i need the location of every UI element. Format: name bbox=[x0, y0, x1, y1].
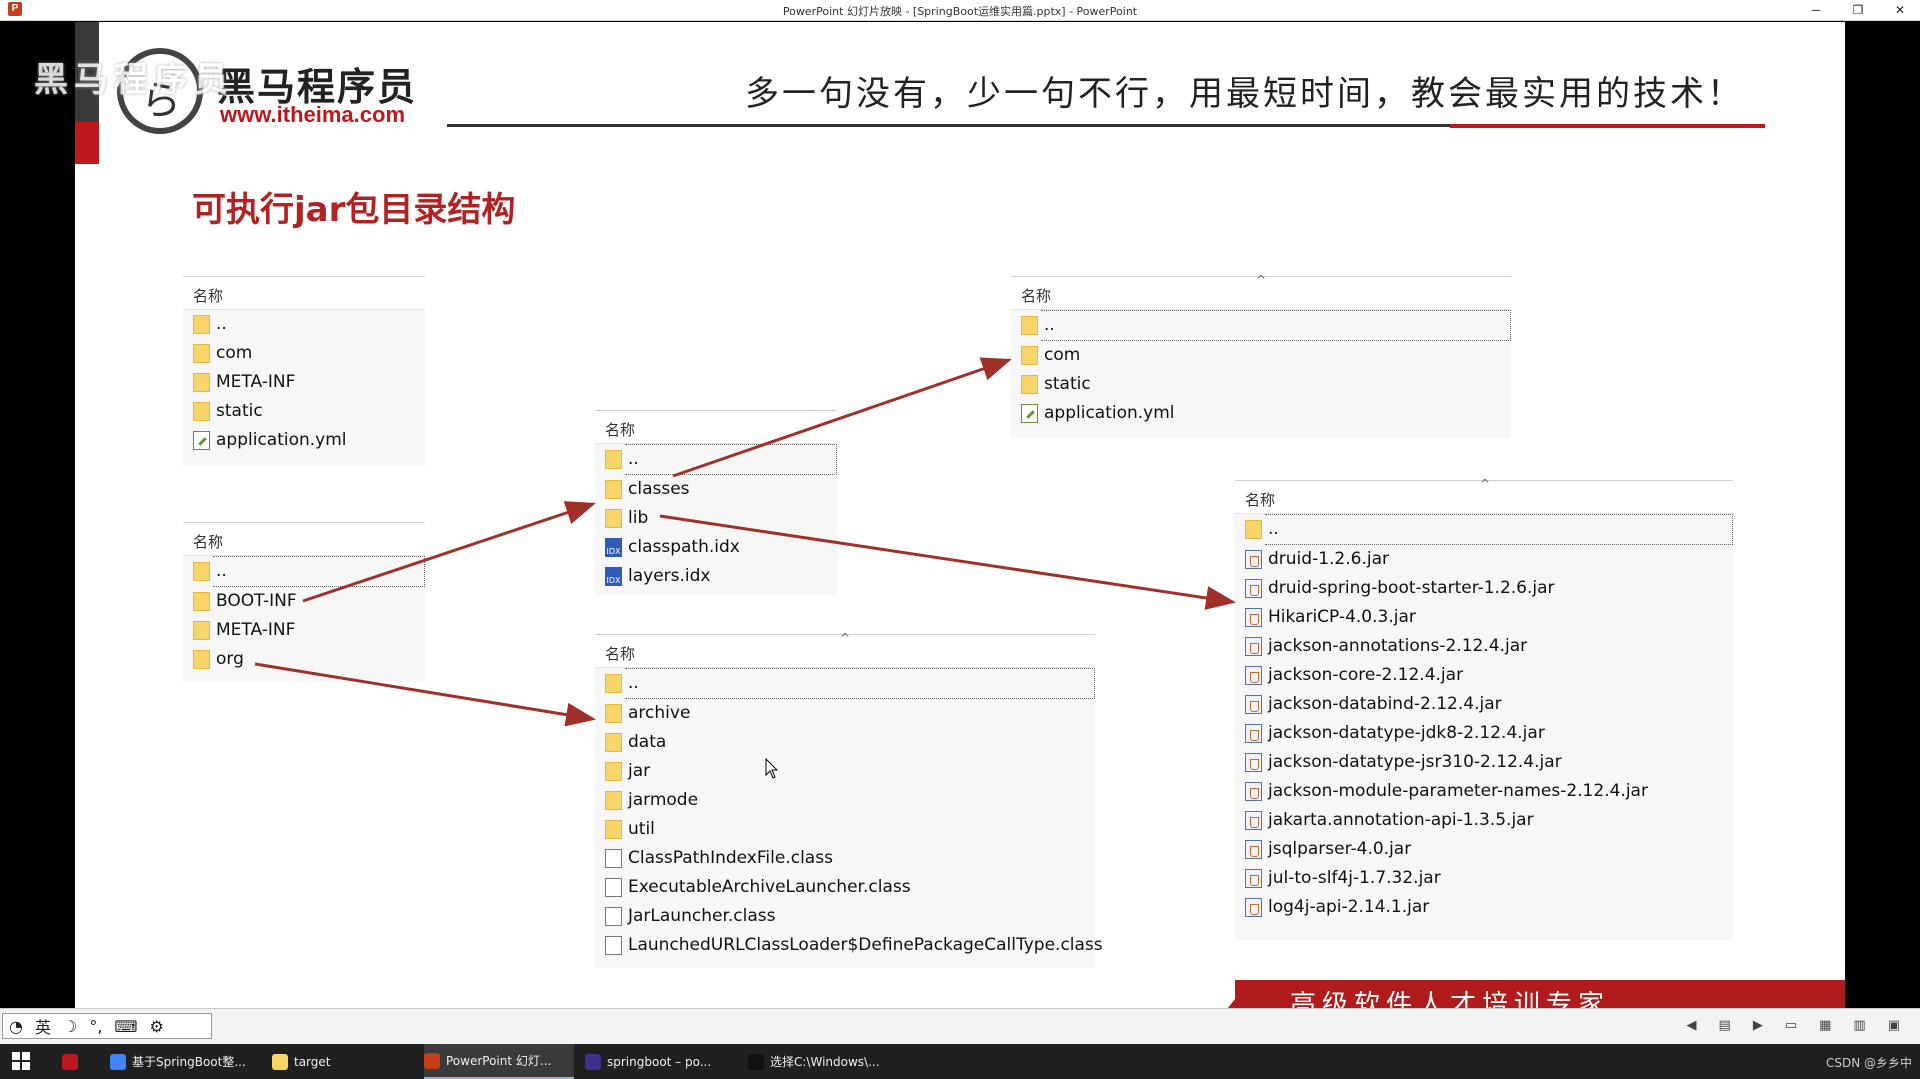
ime-toolbar[interactable]: ◔ 英 ☽ °, ⌨ ⚙ bbox=[2, 1013, 212, 1039]
taskbar-item-label: 基于SpringBoot整... bbox=[132, 1055, 246, 1069]
previous-slide-icon[interactable]: ◀ bbox=[1687, 1017, 1697, 1033]
slideshow-view-icon[interactable]: ▣ bbox=[1888, 1017, 1900, 1033]
taskbar-app-icon bbox=[585, 1053, 601, 1070]
window-title-bar: P PowerPoint 幻灯片放映 - [SpringBoot运维实用篇.pp… bbox=[0, 0, 1920, 21]
ime-punctuation-icon[interactable]: °, bbox=[89, 1017, 102, 1036]
windows-taskbar: 基于SpringBoot整... target PowerPoint 幻灯... sp… bbox=[0, 1044, 1920, 1079]
tray-text: CSDN @乡乡中 bbox=[1825, 1056, 1912, 1070]
taskbar-item-label: springboot – po... bbox=[607, 1054, 712, 1069]
taskbar-item[interactable]: 基于SpringBoot整... bbox=[110, 1044, 260, 1079]
taskbar-item[interactable]: 选择C:\Windows\... bbox=[748, 1044, 898, 1079]
windows-start-icon[interactable] bbox=[12, 1052, 30, 1070]
minimize-button[interactable]: ─ bbox=[1796, 1, 1836, 19]
taskbar-app-icon bbox=[110, 1053, 126, 1070]
arrow-lib-to-panel bbox=[659, 514, 1236, 610]
close-button[interactable]: ✕ bbox=[1880, 1, 1920, 19]
ime-logo-icon[interactable]: ◔ bbox=[9, 1017, 23, 1036]
arrow-classes-to-panel bbox=[672, 357, 1012, 478]
taskbar-app-icon[interactable] bbox=[62, 1044, 90, 1079]
reading-view-icon[interactable]: ▥ bbox=[1853, 1017, 1865, 1033]
taskbar-item-label: PowerPoint 幻灯... bbox=[446, 1054, 552, 1068]
taskbar-item-label: target bbox=[294, 1054, 331, 1069]
taskbar-item[interactable]: PowerPoint 幻灯... bbox=[424, 1044, 574, 1079]
normal-view-icon[interactable]: ▭ bbox=[1785, 1017, 1797, 1033]
banner-text: 高级软件人才培训专家 bbox=[1290, 990, 1611, 1008]
left-letterbox bbox=[0, 22, 75, 1008]
arrow-org-to-panel bbox=[254, 662, 596, 727]
taskbar-app-icon bbox=[424, 1052, 440, 1069]
relationship-arrows bbox=[254, 357, 1236, 727]
ime-language-toggle[interactable]: 英 bbox=[35, 1014, 51, 1038]
arrow-boot-inf-to-panel bbox=[302, 501, 596, 603]
watermark-text: 黑马程序员 bbox=[34, 60, 234, 100]
taskbar-item-label: 选择C:\Windows\... bbox=[770, 1055, 880, 1069]
taskbar-item[interactable]: target bbox=[272, 1044, 412, 1079]
slide-sorter-icon[interactable]: ▤ bbox=[1719, 1017, 1731, 1033]
ime-settings-icon[interactable]: ⚙ bbox=[150, 1017, 164, 1036]
taskbar-app-icon bbox=[748, 1053, 764, 1070]
right-letterbox bbox=[1845, 22, 1920, 1008]
slideshow-controls: ◀ ▤ ▶ ▭ ▦ ▥ ▣ bbox=[1687, 1017, 1900, 1033]
mouse-cursor-icon bbox=[765, 758, 779, 779]
taskbar-item[interactable]: springboot – po... bbox=[585, 1044, 735, 1079]
slide[interactable]: ら 黑马程序员 www.itheima.com 多一句没有，少一句不行，用最短时… bbox=[75, 22, 1845, 1008]
slideshow-status-bar: ◔ 英 ☽ °, ⌨ ⚙ ◀ ▤ ▶ ▭ ▦ ▥ ▣ bbox=[0, 1008, 1920, 1045]
ime-width-icon[interactable]: ☽ bbox=[63, 1017, 77, 1036]
next-slide-icon[interactable]: ▶ bbox=[1753, 1017, 1763, 1033]
window-title: PowerPoint 幻灯片放映 - [SpringBoot运维实用篇.pptx… bbox=[782, 5, 1138, 18]
ime-keyboard-icon[interactable]: ⌨ bbox=[114, 1017, 137, 1036]
grid-view-icon[interactable]: ▦ bbox=[1819, 1017, 1831, 1033]
restore-button[interactable]: ❐ bbox=[1838, 1, 1878, 19]
taskbar-app-icon bbox=[272, 1053, 288, 1070]
